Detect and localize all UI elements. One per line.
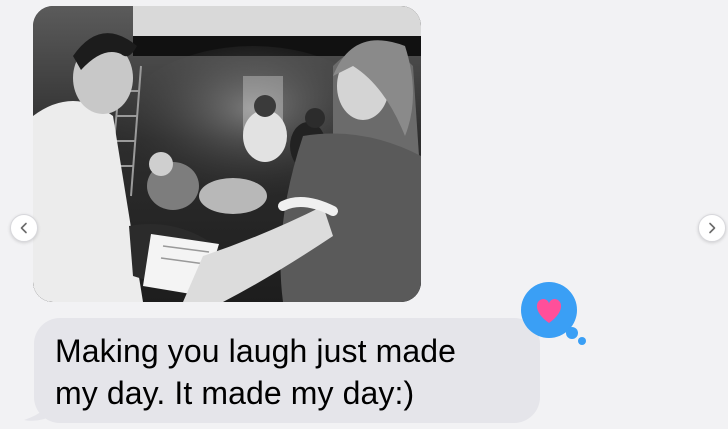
chevron-left-icon <box>20 222 27 234</box>
message-text-line-2: my day. It made my day:) <box>55 375 415 411</box>
conversation-view: Making you laugh just made my day. It ma… <box>0 0 728 429</box>
photo-attachment <box>33 6 421 302</box>
message-text-line-1: Making you laugh just made <box>55 333 457 369</box>
chevron-right-icon <box>709 222 716 234</box>
heart-tapback-reaction[interactable] <box>519 281 589 347</box>
previous-button[interactable] <box>10 214 38 242</box>
received-message-bubble[interactable]: Making you laugh just made my day. It ma… <box>34 318 540 423</box>
photo-message[interactable] <box>33 6 421 302</box>
next-button[interactable] <box>698 214 726 242</box>
